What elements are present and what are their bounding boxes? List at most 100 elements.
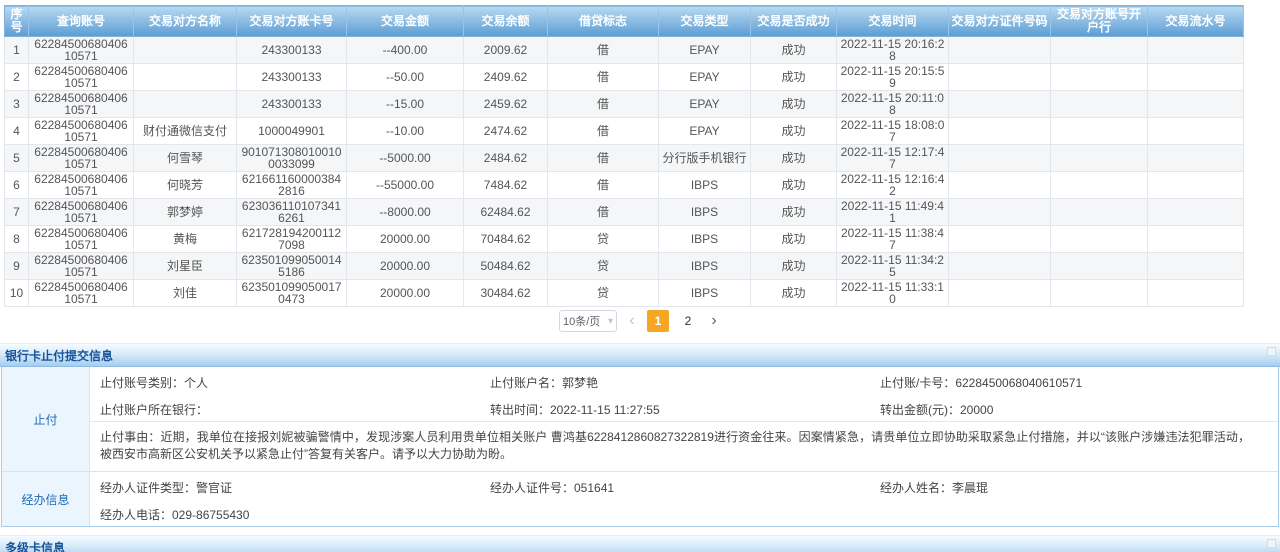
- table-cell: 2022-11-15 11:49:41: [837, 199, 949, 226]
- page-button-1[interactable]: 1: [647, 310, 669, 332]
- column-header: 交易类型: [659, 6, 751, 37]
- stop-payment-reason: 止付事由：近期，我单位在接报刘妮被骗警情中，发现涉案人员利用贵单位相关账户 曹鸿…: [90, 421, 1278, 471]
- transfer-amount-field: 转出金额(元)：20000: [880, 401, 1278, 418]
- table-row[interactable]: 56228450068040610571何雪琴90107130801001000…: [5, 145, 1244, 172]
- table-cell: --15.00: [347, 91, 464, 118]
- table-row[interactable]: 16228450068040610571243300133--400.00200…: [5, 37, 1244, 64]
- handler-id-type-field: 经办人证件类型：警官证: [100, 479, 490, 496]
- page-size-select[interactable]: 10条/页 ▾: [559, 310, 617, 332]
- table-cell: 8: [5, 226, 29, 253]
- table-cell: --8000.00: [347, 199, 464, 226]
- collapse-icon[interactable]: [1267, 347, 1276, 356]
- handler-info-row-2: 经办人电话：029-86755430: [90, 499, 1278, 526]
- table-cell: 成功: [751, 280, 837, 307]
- table-cell: 6228450068040610571: [29, 253, 134, 280]
- table-cell: 6230361101073416261: [237, 199, 347, 226]
- table-row[interactable]: 66228450068040610571何晓芳62166116000038428…: [5, 172, 1244, 199]
- table-cell: 何晓芳: [134, 172, 237, 199]
- table-cell: 刘星臣: [134, 253, 237, 280]
- table-cell: [949, 37, 1051, 64]
- table-cell: [949, 91, 1051, 118]
- table-cell: 成功: [751, 172, 837, 199]
- table-cell: EPAY: [659, 64, 751, 91]
- table-cell: 借: [548, 91, 659, 118]
- table-cell: 6235010990500170473: [237, 280, 347, 307]
- table-cell: 10: [5, 280, 29, 307]
- account-bank-field: 止付账户所在银行：: [100, 401, 490, 418]
- table-cell: 2022-11-15 20:16:28: [837, 37, 949, 64]
- table-cell: 3: [5, 91, 29, 118]
- table-cell: 2022-11-15 20:11:08: [837, 91, 949, 118]
- table-cell: --5000.00: [347, 145, 464, 172]
- table-cell: --400.00: [347, 37, 464, 64]
- table-cell: 6228450068040610571: [29, 199, 134, 226]
- table-row[interactable]: 76228450068040610571郭梦婷62303611010734162…: [5, 199, 1244, 226]
- collapse-icon[interactable]: [1267, 539, 1276, 548]
- table-cell: 9010713080100100033099: [237, 145, 347, 172]
- handler-info-group: 经办信息 经办人证件类型：警官证 经办人证件号：051641 经办人姓名：李晨琨…: [2, 471, 1278, 526]
- table-cell: 贷: [548, 253, 659, 280]
- table-cell: 20000.00: [347, 253, 464, 280]
- table-cell: 9: [5, 253, 29, 280]
- table-cell: 2022-11-15 11:38:47: [837, 226, 949, 253]
- table-cell: 成功: [751, 64, 837, 91]
- table-cell: [1051, 145, 1148, 172]
- prev-page-button[interactable]: ‹: [625, 310, 639, 332]
- table-cell: [949, 118, 1051, 145]
- table-cell: 243300133: [237, 37, 347, 64]
- table-cell: 何雪琴: [134, 145, 237, 172]
- table-cell: --10.00: [347, 118, 464, 145]
- table-cell: 6228450068040610571: [29, 145, 134, 172]
- table-row[interactable]: 106228450068040610571刘佳62350109905001704…: [5, 280, 1244, 307]
- table-cell: [949, 280, 1051, 307]
- section-gap: [0, 527, 1280, 535]
- page: 序号查询账号交易对方名称交易对方账卡号交易金额交易余额借贷标志交易类型交易是否成…: [0, 5, 1280, 552]
- table-cell: IBPS: [659, 199, 751, 226]
- table-cell: 2022-11-15 18:08:07: [837, 118, 949, 145]
- table-cell: 郭梦婷: [134, 199, 237, 226]
- table-cell: 5: [5, 145, 29, 172]
- table-cell: 1000049901: [237, 118, 347, 145]
- table-cell: [949, 226, 1051, 253]
- transactions-header-row: 序号查询账号交易对方名称交易对方账卡号交易金额交易余额借贷标志交易类型交易是否成…: [5, 6, 1244, 37]
- table-row[interactable]: 46228450068040610571财付通微信支付1000049901--1…: [5, 118, 1244, 145]
- table-cell: 6235010990500145186: [237, 253, 347, 280]
- table-row[interactable]: 26228450068040610571243300133--50.002409…: [5, 64, 1244, 91]
- page-button-2[interactable]: 2: [677, 310, 699, 332]
- table-cell: 2409.62: [464, 64, 548, 91]
- table-cell: 6228450068040610571: [29, 280, 134, 307]
- table-cell: 1: [5, 37, 29, 64]
- next-page-button[interactable]: ›: [707, 310, 721, 332]
- table-cell: IBPS: [659, 172, 751, 199]
- table-cell: 成功: [751, 199, 837, 226]
- section-gap: [0, 335, 1280, 343]
- table-cell: 贷: [548, 280, 659, 307]
- table-cell: 243300133: [237, 91, 347, 118]
- column-header: 查询账号: [29, 6, 134, 37]
- column-header: 交易对方名称: [134, 6, 237, 37]
- account-name-field: 止付账户名：郭梦艳: [490, 374, 880, 391]
- table-cell: 6228450068040610571: [29, 118, 134, 145]
- column-header: 交易余额: [464, 6, 548, 37]
- table-cell: [949, 199, 1051, 226]
- handler-phone-field: 经办人电话：029-86755430: [100, 506, 1278, 523]
- handler-name-field: 经办人姓名：李晨琨: [880, 479, 1278, 496]
- table-cell: 62484.62: [464, 199, 548, 226]
- handler-info-group-label: 经办信息: [2, 472, 90, 526]
- table-row[interactable]: 96228450068040610571刘星臣62350109905001451…: [5, 253, 1244, 280]
- table-cell: [1051, 253, 1148, 280]
- table-cell: 2022-11-15 11:33:10: [837, 280, 949, 307]
- transactions-table: 序号查询账号交易对方名称交易对方账卡号交易金额交易余额借贷标志交易类型交易是否成…: [4, 5, 1244, 307]
- table-cell: 借: [548, 37, 659, 64]
- table-row[interactable]: 86228450068040610571黄梅621728194200112709…: [5, 226, 1244, 253]
- column-header: 交易对方账卡号: [237, 6, 347, 37]
- table-cell: 借: [548, 145, 659, 172]
- table-cell: [949, 253, 1051, 280]
- table-cell: 借: [548, 172, 659, 199]
- table-cell: 2022-11-15 11:34:25: [837, 253, 949, 280]
- table-cell: 20000.00: [347, 226, 464, 253]
- column-header: 序号: [5, 6, 29, 37]
- column-header: 借贷标志: [548, 6, 659, 37]
- table-row[interactable]: 36228450068040610571243300133--15.002459…: [5, 91, 1244, 118]
- stop-payment-section-title: 银行卡止付提交信息: [0, 347, 113, 364]
